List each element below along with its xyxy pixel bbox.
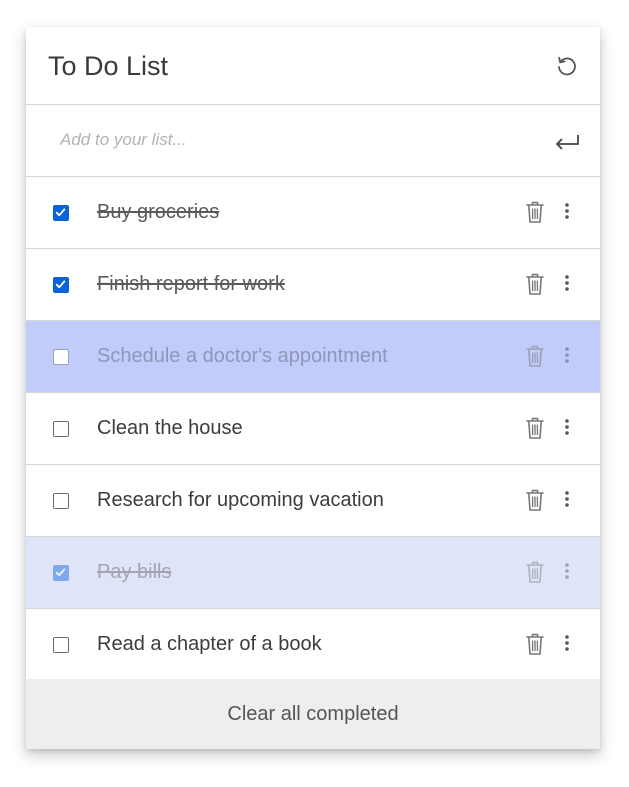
header: To Do List <box>26 27 600 105</box>
list-item[interactable]: Finish report for work <box>26 249 600 321</box>
item-checkbox[interactable] <box>53 349 69 365</box>
item-label: Read a chapter of a book <box>97 633 322 655</box>
more-vertical-icon[interactable] <box>564 346 570 364</box>
more-vertical-icon[interactable] <box>564 418 570 436</box>
item-label: Buy groceries <box>97 201 220 223</box>
more-vertical-icon[interactable] <box>564 202 570 220</box>
item-checkbox[interactable] <box>53 421 69 437</box>
more-vertical-icon[interactable] <box>564 562 570 580</box>
more-vertical-icon[interactable] <box>564 490 570 508</box>
item-label: Pay bills <box>97 561 172 583</box>
list-item[interactable]: Read a chapter of a book <box>26 609 600 681</box>
checkmark-icon <box>55 280 66 289</box>
item-checkbox[interactable] <box>53 637 69 653</box>
page-title: To Do List <box>48 51 169 81</box>
list-item[interactable]: Research for upcoming vacation <box>26 465 600 537</box>
item-checkbox[interactable] <box>53 565 69 581</box>
checkmark-icon <box>55 208 66 217</box>
more-vertical-icon[interactable] <box>564 274 570 292</box>
trash-icon[interactable] <box>526 488 544 512</box>
todo-card: To Do List Buy groceries Finish report fo… <box>26 27 600 749</box>
add-item-row <box>26 105 600 177</box>
trash-icon[interactable] <box>526 344 544 368</box>
item-checkbox[interactable] <box>53 205 69 221</box>
todo-list: Buy groceries Finish report for work Sched… <box>26 177 600 681</box>
trash-icon[interactable] <box>526 200 544 224</box>
item-label: Clean the house <box>97 417 243 439</box>
item-checkbox[interactable] <box>53 277 69 293</box>
item-label: Schedule a doctor's appointment <box>97 345 388 367</box>
refresh-icon[interactable] <box>554 54 578 78</box>
trash-icon[interactable] <box>526 632 544 656</box>
list-item[interactable]: Pay bills <box>26 537 600 609</box>
item-label: Research for upcoming vacation <box>97 489 384 511</box>
item-checkbox[interactable] <box>53 493 69 509</box>
list-item[interactable]: Schedule a doctor's appointment <box>26 321 600 393</box>
more-vertical-icon[interactable] <box>564 634 570 652</box>
trash-icon[interactable] <box>526 560 544 584</box>
list-item[interactable]: Buy groceries <box>26 177 600 249</box>
add-item-input[interactable] <box>48 123 542 157</box>
item-label: Finish report for work <box>97 273 285 295</box>
list-item[interactable]: Clean the house <box>26 393 600 465</box>
clear-completed-button[interactable]: Clear all completed <box>26 679 600 749</box>
trash-icon[interactable] <box>526 416 544 440</box>
enter-return-icon[interactable] <box>554 131 580 151</box>
trash-icon[interactable] <box>526 272 544 296</box>
checkmark-icon <box>55 568 66 577</box>
